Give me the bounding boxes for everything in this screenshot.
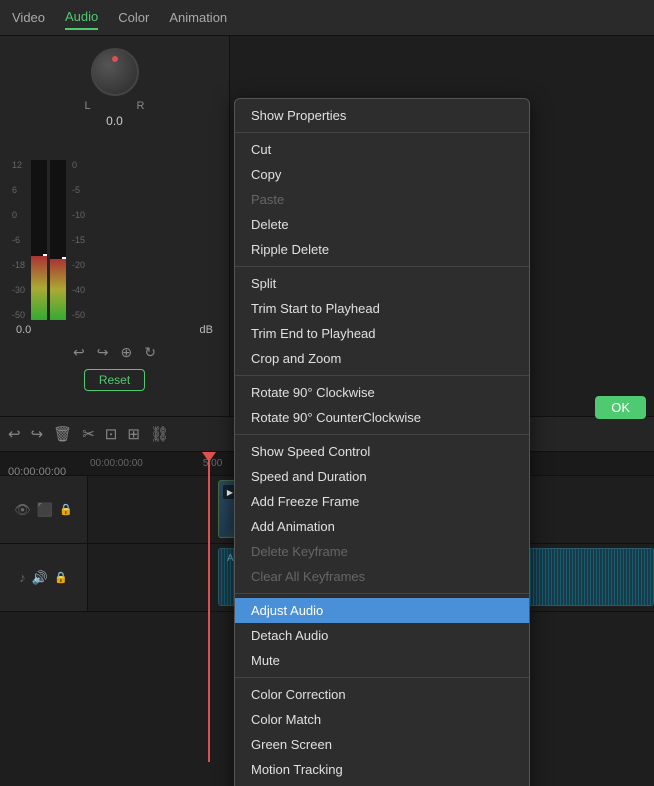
separator-4 [235,434,529,435]
menu-clear-keyframes: Clear All Keyframes [235,564,529,589]
vu-fill-right [50,259,66,320]
redo-icon[interactable]: ↪ [97,344,109,361]
volume-value: 0.0 [106,114,123,128]
controls-row: ↩ ↪ ⊕ ↻ [0,340,229,365]
scissors-tl-icon[interactable]: ✂ [82,425,95,443]
menu-color-match[interactable]: Color Match [235,707,529,732]
link-icon[interactable]: ⊕ [121,344,133,361]
vu-fill-left [31,256,47,320]
lock-icon[interactable]: 🔒 [59,503,73,516]
vu-peak-left [43,254,47,256]
nav-color[interactable]: Color [118,6,149,29]
menu-crop-zoom[interactable]: Crop and Zoom [235,346,529,371]
reset-button[interactable]: Reset [84,369,145,391]
current-time: 00:00:00:00 [8,466,66,478]
vu-meter: 12 6 0 -6 -18 -30 -50 0 -5 [0,140,229,320]
ok-button[interactable]: OK [595,396,646,419]
menu-trim-end[interactable]: Trim End to Playhead [235,321,529,346]
lr-labels: L R [85,100,145,112]
separator-3 [235,375,529,376]
separator-6 [235,677,529,678]
audio-panel: L R 0.0 12 6 0 -6 -18 -30 -50 [0,36,230,436]
separator-2 [235,266,529,267]
video-track-toggle[interactable]: ⬛ [37,502,53,518]
separator-1 [235,132,529,133]
menu-add-freeze[interactable]: Add Freeze Frame [235,489,529,514]
menu-motion-tracking[interactable]: Motion Tracking [235,757,529,782]
vu-bar-left [31,160,47,320]
menu-show-properties[interactable]: Show Properties [235,103,529,128]
audio-lock-icon[interactable]: 🔒 [54,571,68,584]
vu-labels-right: 0 -5 -10 -15 -20 -40 -50 [70,160,87,320]
speaker-icon[interactable]: 🔊 [32,570,48,586]
eye-icon[interactable]: 👁 [14,502,31,518]
menu-delete[interactable]: Delete [235,212,529,237]
label-l: L [85,100,91,112]
main-area: L R 0.0 12 6 0 -6 -18 -30 -50 [0,36,654,786]
nav-animation[interactable]: Animation [169,6,227,29]
db-display: 0.0 dB [0,320,229,340]
menu-delete-keyframe: Delete Keyframe [235,539,529,564]
grid-tl-icon[interactable]: ⊞ [127,425,140,443]
video-track-label: 👁 ⬛ 🔒 [0,476,88,543]
db-value-left: 0.0 [16,324,31,336]
playhead-head [202,452,216,462]
menu-trim-start[interactable]: Trim Start to Playhead [235,296,529,321]
crop-tl-icon[interactable]: ⊡ [105,425,118,443]
menu-mute[interactable]: Mute [235,648,529,673]
vu-labels-left: 12 6 0 -6 -18 -30 -50 [10,160,27,320]
vu-bars [31,160,66,320]
knob-indicator [112,56,118,62]
label-r: R [137,100,145,112]
audio-track-label: ♪ 🔊 🔒 [0,544,88,611]
vu-peak-right [62,257,66,259]
context-menu: Show Properties Cut Copy Paste Delete Ri… [234,98,530,786]
menu-copy[interactable]: Copy [235,162,529,187]
refresh-icon[interactable]: ↻ [144,344,156,361]
db-unit: dB [200,324,213,336]
separator-5 [235,593,529,594]
volume-knob[interactable] [91,48,139,96]
audio-icon[interactable]: ♪ [19,570,26,585]
top-nav: Video Audio Color Animation [0,0,654,36]
redo-tl-icon[interactable]: ↪ [31,425,44,443]
menu-speed-duration[interactable]: Speed and Duration [235,464,529,489]
playhead[interactable] [208,452,210,762]
menu-add-animation[interactable]: Add Animation [235,514,529,539]
time-display: 00:00:00:00 [8,466,66,478]
menu-rotate-cw[interactable]: Rotate 90° Clockwise [235,380,529,405]
menu-rotate-ccw[interactable]: Rotate 90° CounterClockwise [235,405,529,430]
menu-ripple-delete[interactable]: Ripple Delete [235,237,529,262]
menu-green-screen[interactable]: Green Screen [235,732,529,757]
undo-tl-icon[interactable]: ↩ [8,425,21,443]
undo-icon[interactable]: ↩ [73,344,85,361]
vu-bar-right [50,160,66,320]
menu-cut[interactable]: Cut [235,137,529,162]
menu-color-correction[interactable]: Color Correction [235,682,529,707]
menu-split[interactable]: Split [235,271,529,296]
ruler-time-0: 00:00:00:00 [90,458,143,469]
menu-adjust-audio[interactable]: Adjust Audio [235,598,529,623]
delete-tl-icon[interactable]: 🗑 [53,425,72,443]
chain-tl-icon[interactable]: ⛓ [150,425,169,443]
menu-show-speed[interactable]: Show Speed Control [235,439,529,464]
nav-video[interactable]: Video [12,6,45,29]
knob-area: L R 0.0 [0,36,229,140]
nav-audio[interactable]: Audio [65,5,98,30]
menu-paste: Paste [235,187,529,212]
menu-detach-audio[interactable]: Detach Audio [235,623,529,648]
